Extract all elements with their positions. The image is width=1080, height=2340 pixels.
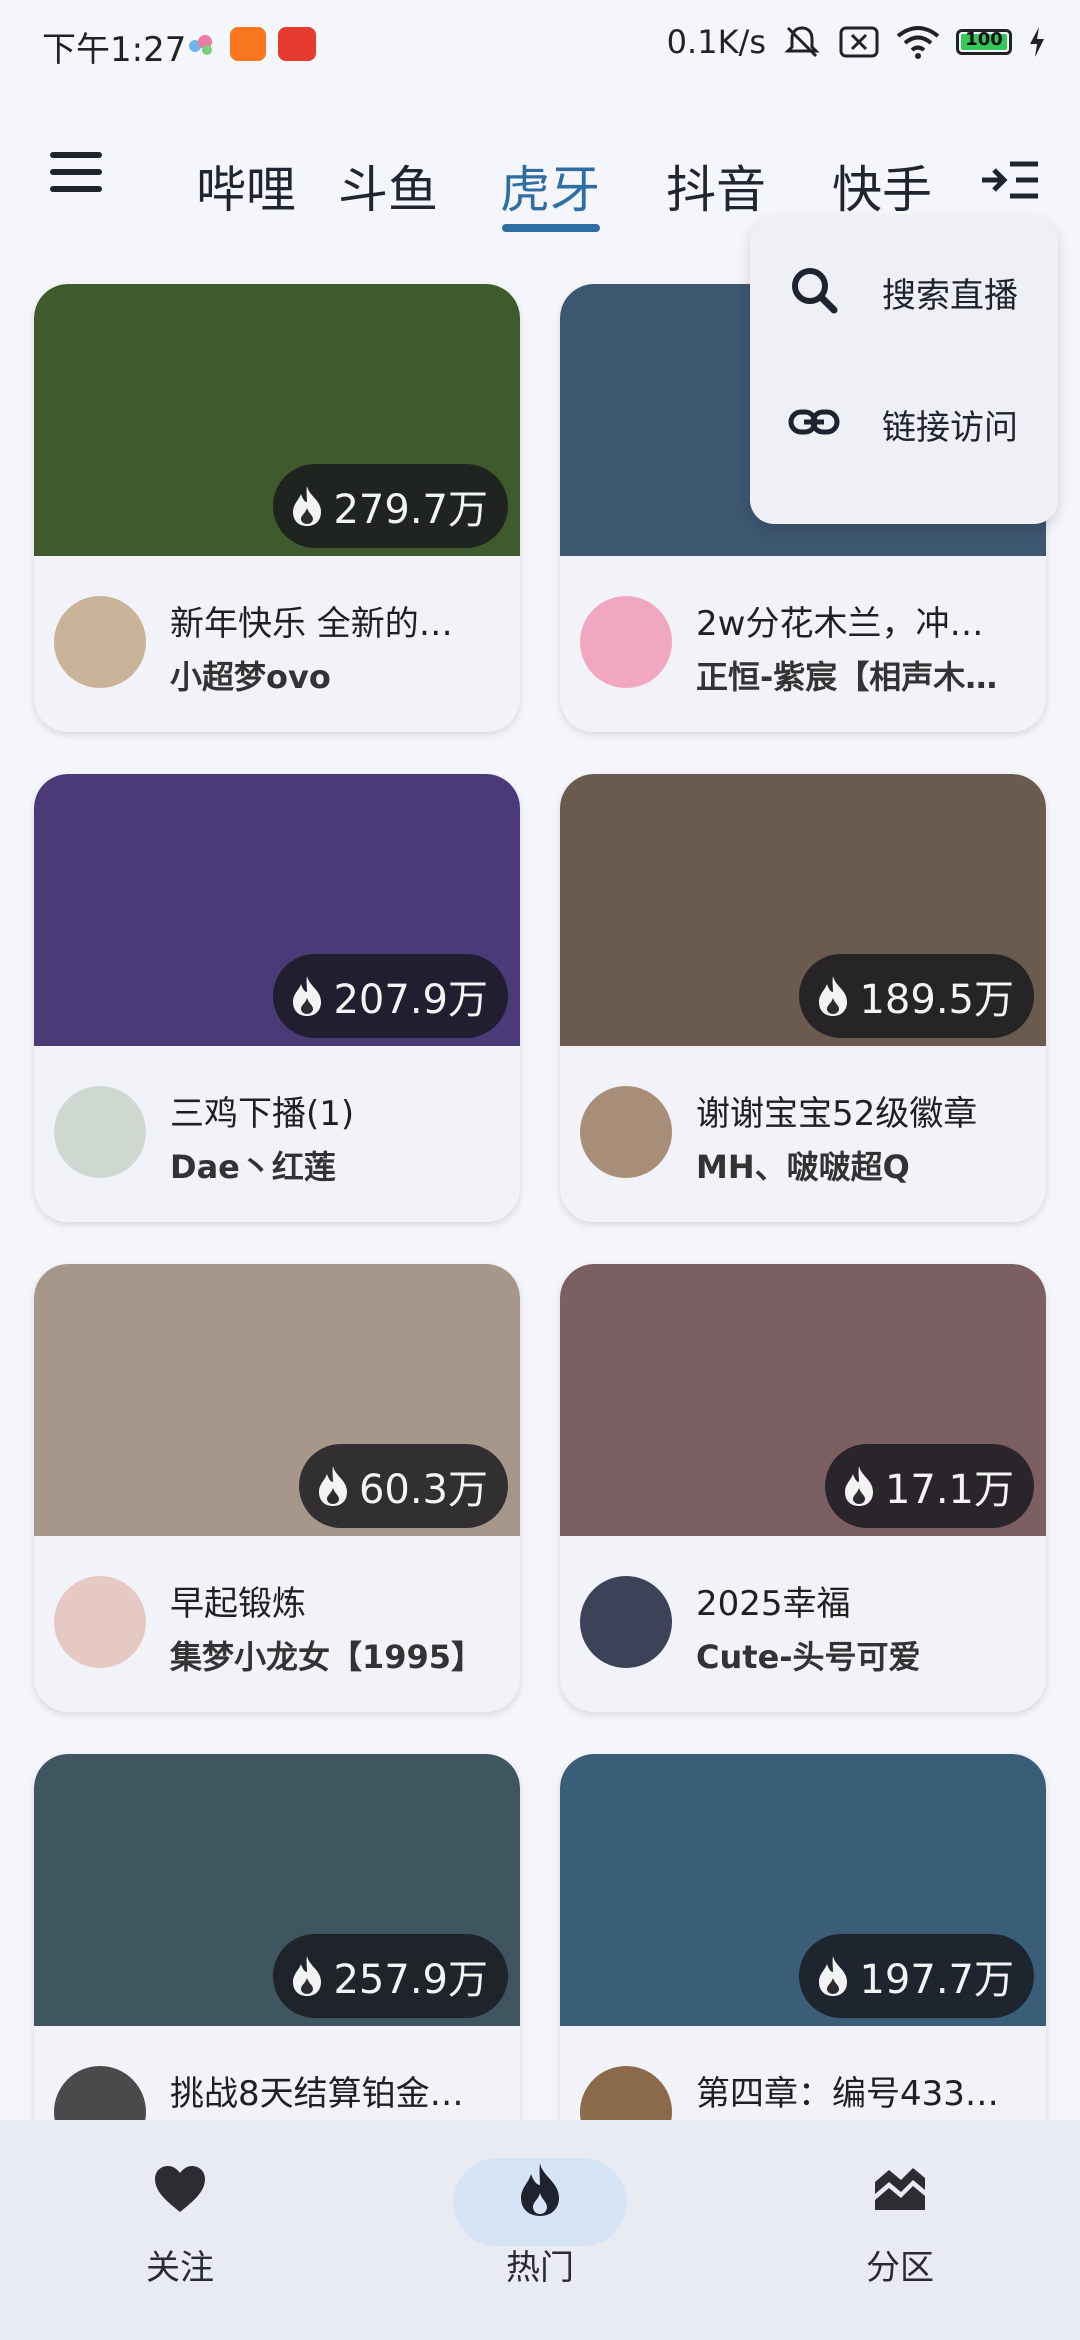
viewer-count: 279.7万 — [333, 487, 488, 533]
streamer-name: MH、啵啵超Q — [696, 1148, 910, 1186]
flame-icon — [318, 1466, 347, 1506]
menu-icon[interactable] — [50, 152, 102, 192]
bottom-nav: 关注 热门 分区 — [0, 2120, 1080, 2340]
viewer-count: 197.7万 — [859, 1957, 1014, 2003]
stream-title: 2w分花木兰，冲… — [696, 604, 984, 644]
active-tab-indicator — [502, 224, 600, 232]
stream-title: 第四章：编号433… — [696, 2074, 999, 2114]
stream-title: 2025幸福 — [696, 1584, 851, 1624]
tab-bilibili[interactable]: 哔哩 — [196, 150, 296, 222]
wifi-icon — [896, 26, 940, 59]
streamer-name: 小超梦ovo — [170, 658, 331, 696]
viewer-count-badge: 60.3万 — [298, 1444, 508, 1528]
stream-title: 早起锻炼 — [170, 1584, 306, 1624]
tab-douyu[interactable]: 斗鱼 — [338, 150, 438, 222]
streamer-name: Dae丶红莲 — [170, 1148, 336, 1186]
nav-hot[interactable]: 热门 — [440, 2160, 640, 2289]
stream-title: 新年快乐 全新的… — [170, 604, 453, 644]
category-icon — [875, 2168, 925, 2210]
avatar[interactable] — [54, 1576, 146, 1668]
avatar[interactable] — [54, 596, 146, 688]
cloud-app-icon — [189, 35, 212, 55]
battery-level: 100 — [965, 29, 1003, 50]
battery-icon: 100 — [956, 29, 1012, 55]
stream-title: 三鸡下播(1) — [170, 1094, 355, 1134]
stream-card[interactable]: 207.9万 三鸡下播(1) Dae丶红莲 — [34, 774, 520, 1222]
stream-card[interactable]: 17.1万 2025幸福 Cute-头号可爱 — [560, 1264, 1046, 1712]
flame-icon — [293, 1956, 322, 1996]
search-icon — [792, 268, 838, 314]
avatar[interactable] — [54, 1086, 146, 1178]
popup-menu: 搜索直播 链接访问 — [750, 218, 1058, 524]
nav-label: 分区 — [866, 2248, 934, 2288]
nav-label: 热门 — [506, 2248, 574, 2288]
tab-douyin[interactable]: 抖音 — [666, 150, 766, 222]
viewer-count-badge: 17.1万 — [824, 1444, 1034, 1528]
stream-card[interactable]: 60.3万 早起锻炼 集梦小龙女【1995】 — [34, 1264, 520, 1712]
status-bar: 下午1:27 0.1K/s 100 — [0, 0, 1080, 92]
tab-kuaishou[interactable]: 快手 — [832, 150, 932, 222]
tab-huya[interactable]: 虎牙 — [500, 150, 600, 222]
toutiao-app-icon — [278, 27, 316, 61]
flame-icon — [293, 976, 322, 1016]
flame-icon — [819, 1956, 848, 1996]
viewer-count: 189.5万 — [859, 977, 1014, 1023]
link-icon — [788, 409, 840, 435]
menu-item-label: 链接访问 — [882, 408, 1018, 448]
flame-icon — [844, 1466, 873, 1506]
collapse-menu-icon[interactable] — [980, 160, 1040, 200]
status-right: 0.1K/s 100 — [667, 22, 1046, 62]
streamer-name: 集梦小龙女【1995】 — [170, 1638, 484, 1676]
menu-item-label: 搜索直播 — [882, 276, 1018, 316]
viewer-count: 257.9万 — [333, 1957, 488, 2003]
viewer-count: 17.1万 — [884, 1467, 1014, 1513]
net-speed: 0.1K/s — [666, 23, 766, 61]
stream-title: 谢谢宝宝52级徽章 — [696, 1094, 978, 1134]
streamer-name: 正恒-紫宸【相声木… — [696, 658, 998, 696]
menu-item-search-live[interactable]: 搜索直播 — [750, 224, 1058, 354]
flame-icon — [819, 976, 848, 1016]
sim-off-icon — [839, 26, 879, 58]
viewer-count: 207.9万 — [333, 977, 488, 1023]
menu-item-link-visit[interactable]: 链接访问 — [750, 356, 1058, 486]
flame-icon — [521, 2163, 559, 2216]
viewer-count-badge: 279.7万 — [273, 464, 508, 548]
charging-icon — [1030, 27, 1044, 57]
heart-icon — [155, 2166, 205, 2212]
viewer-count-badge: 197.7万 — [799, 1934, 1034, 2018]
bell-muted-icon — [784, 26, 820, 58]
viewer-count-badge: 207.9万 — [273, 954, 508, 1038]
stream-card[interactable]: 279.7万 新年快乐 全新的… 小超梦ovo — [34, 284, 520, 732]
nav-label: 关注 — [146, 2248, 214, 2288]
viewer-count-badge: 257.9万 — [273, 1934, 508, 2018]
streamer-name: Cute-头号可爱 — [696, 1638, 921, 1676]
viewer-count-badge: 189.5万 — [799, 954, 1034, 1038]
status-time: 下午1:27 — [42, 30, 187, 70]
stream-card[interactable]: 189.5万 谢谢宝宝52级徽章 MH、啵啵超Q — [560, 774, 1046, 1222]
avatar[interactable] — [580, 596, 672, 688]
flame-icon — [293, 486, 322, 526]
orange-app-icon — [230, 27, 266, 61]
avatar[interactable] — [580, 1086, 672, 1178]
avatar[interactable] — [580, 1576, 672, 1668]
nav-follow[interactable]: 关注 — [80, 2160, 280, 2289]
stream-title: 挑战8天结算铂金… — [170, 2074, 464, 2114]
viewer-count: 60.3万 — [358, 1467, 488, 1513]
nav-category[interactable]: 分区 — [800, 2160, 1000, 2289]
